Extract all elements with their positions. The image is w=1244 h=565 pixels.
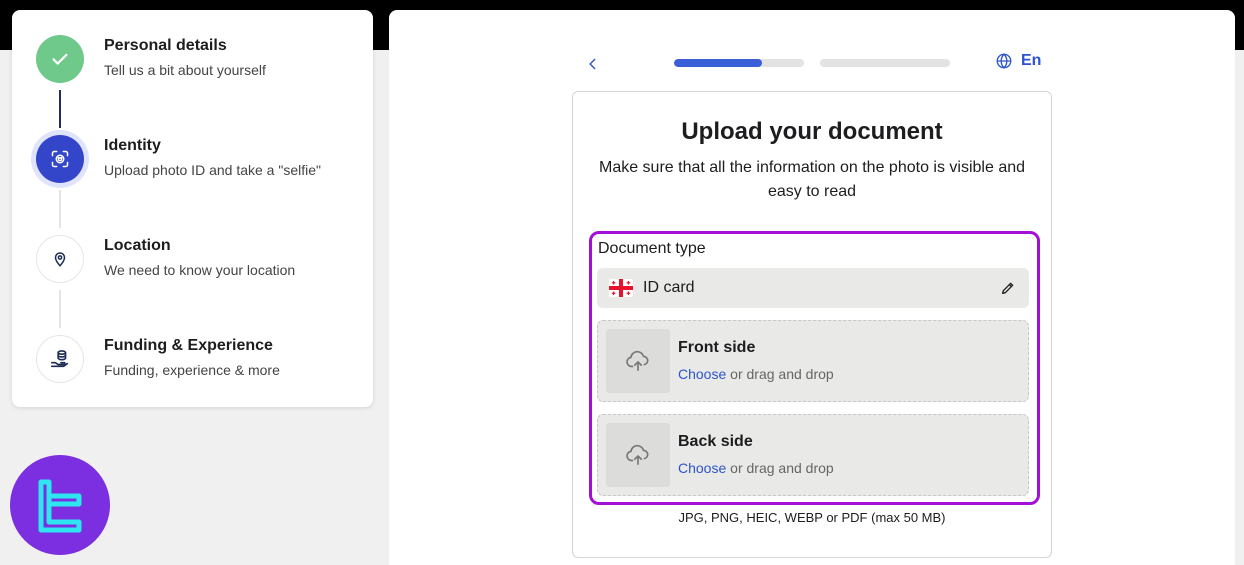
location-pin-icon [36,235,84,283]
face-scan-icon [36,135,84,183]
front-side-dropzone[interactable]: Front side Choose or drag and drop [597,320,1029,402]
step-title: Identity [104,137,161,154]
step-location[interactable]: Location We need to know your location [36,232,366,292]
front-choose-link[interactable]: Choose [678,366,726,382]
step-identity[interactable]: Identity Upload photo ID and take a "sel… [36,132,366,192]
chevron-left-icon [589,58,596,70]
drag-drop-text: or drag and drop [726,460,834,476]
check-icon [36,35,84,83]
back-button[interactable] [581,52,605,76]
language-selector[interactable]: En [995,52,1041,70]
step-connector [59,290,61,328]
step-subtitle: We need to know your location [104,262,296,278]
globe-icon [996,53,1012,69]
drag-drop-text: or drag and drop [726,366,834,382]
coins-hand-icon [36,335,84,383]
language-label: En [1021,52,1042,69]
page-title: Upload your document [681,118,943,145]
step-connector [59,90,61,128]
pencil-icon[interactable] [999,279,1017,297]
step-personal-details[interactable]: Personal details Tell us a bit about you… [36,32,366,92]
back-side-dropzone[interactable]: Back side Choose or drag and drop [597,414,1029,496]
step-title: Personal details [104,37,227,54]
document-section: Document type ID card Front side Choose … [589,231,1040,505]
step-title: Funding & Experience [104,337,273,354]
georgia-flag-icon [609,279,633,297]
front-side-title: Front side [678,339,756,356]
cloud-upload-icon [606,329,670,393]
step-funding-experience[interactable]: Funding & Experience Funding, experience… [36,332,366,392]
back-side-title: Back side [678,433,753,450]
accepted-formats-note: JPG, PNG, HEIC, WEBP or PDF (max 50 MB) [678,510,946,525]
document-type-select[interactable]: ID card [597,268,1029,308]
brand-logo [10,455,110,555]
back-choose-link[interactable]: Choose [678,460,726,476]
onboarding-stepper: Personal details Tell us a bit about you… [12,10,373,407]
main-panel: En Upload your document Make sure that a… [389,10,1235,565]
step-subtitle: Funding, experience & more [104,362,280,378]
page-subtitle: Make sure that all the information on th… [598,159,1026,200]
step-subtitle: Tell us a bit about yourself [104,62,266,78]
front-side-hint: Choose or drag and drop [678,366,834,382]
back-side-hint: Choose or drag and drop [678,460,834,476]
progress-bar-step [820,59,950,67]
progress-fill [674,59,763,67]
document-type-label: Document type [598,240,706,257]
cloud-upload-icon [606,423,670,487]
step-subtitle: Upload photo ID and take a "selfie" [104,162,321,178]
upload-document-card: Upload your document Make sure that all … [572,91,1052,558]
step-connector [59,190,61,228]
step-title: Location [104,237,171,254]
progress-bar-step [674,59,804,67]
document-type-value: ID card [643,279,695,296]
